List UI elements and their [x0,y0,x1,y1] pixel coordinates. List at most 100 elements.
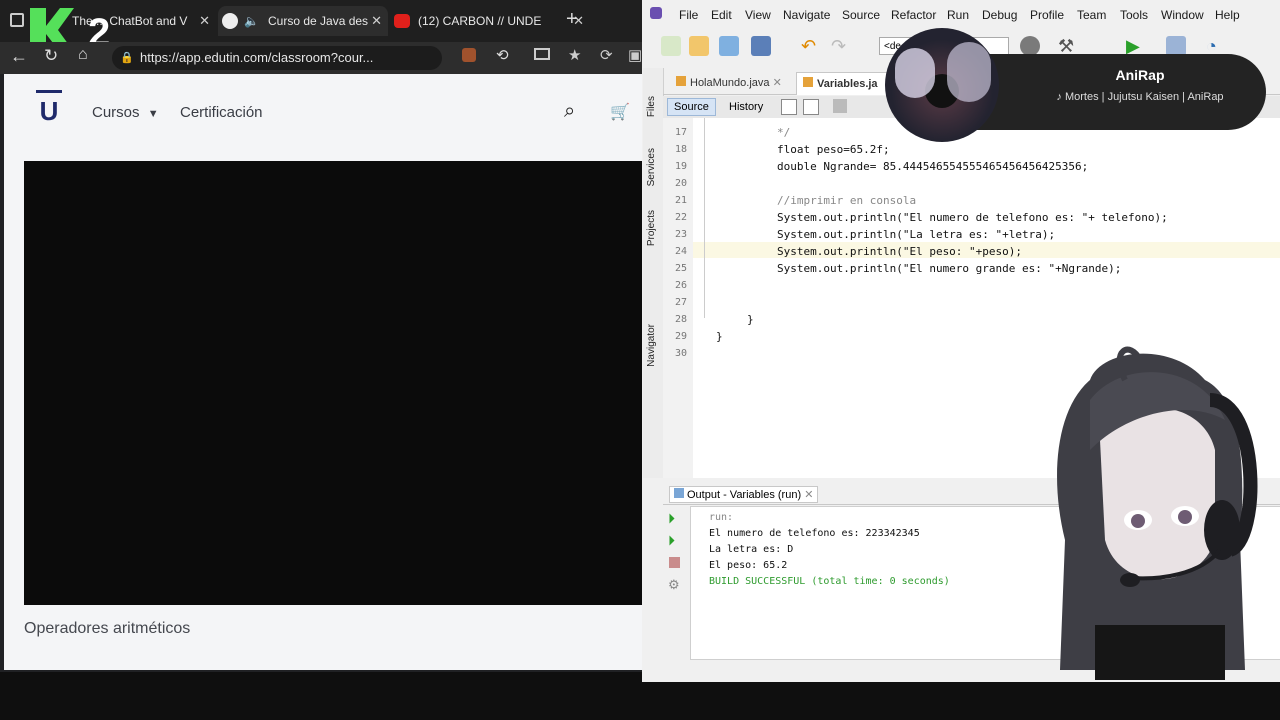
line-number: 30 [674,348,687,359]
code-line: */ [777,126,791,139]
close-icon[interactable]: ✕ [804,489,813,501]
debug-icon[interactable] [1166,36,1186,56]
lesson-title: Operadores aritméticos [24,620,191,637]
close-icon[interactable]: ✕ [371,6,382,36]
output-icon [674,488,684,498]
home-icon[interactable]: ⌂ [78,46,88,64]
nav-certificacion[interactable]: Certificación [180,104,263,121]
undo-icon[interactable]: ↶ [801,36,821,56]
youtube-icon [394,14,410,28]
open-project-icon[interactable] [719,36,739,56]
find-icon[interactable] [803,99,819,115]
code-line: double Ngrande= 85.444546554555465456456… [777,160,1089,173]
menu-file[interactable]: File [679,8,698,22]
source-tab[interactable]: Source [667,98,716,116]
line-number: 26 [674,280,687,291]
code-line: System.out.println("El numero de telefon… [777,211,1168,224]
address-bar[interactable]: 🔒 https://app.edutin.com/classroom?cour.… [112,46,442,70]
line-number: 20 [674,178,687,189]
clean-build-icon[interactable]: ⚒ [1058,36,1078,56]
code-line: System.out.println("La letra es: "+letra… [777,228,1056,241]
tab-projects[interactable]: Projects [646,210,657,246]
menu-refactor[interactable]: Refactor [891,8,936,22]
url-text: https://app.edutin.com/classroom?cour... [140,50,374,65]
editor-tab-variables[interactable]: Variables.ja [796,72,894,95]
netbeans-logo-icon [650,7,662,19]
back-history-icon[interactable] [781,99,797,115]
redo-icon[interactable]: ↷ [831,36,851,56]
profile-icon[interactable]: ◔ [1206,36,1226,56]
stop-icon[interactable] [669,557,680,568]
reload-icon[interactable]: ↻ [44,46,58,66]
site-logo[interactable]: U [36,90,62,126]
menu-navigate[interactable]: Navigate [783,8,830,22]
line-number: 24 [674,246,687,257]
menu-team[interactable]: Team [1077,8,1106,22]
tab-label: (12) CARBON // UNDE [418,14,542,28]
speaker-icon[interactable]: 🔈 [244,6,259,36]
run-icon[interactable]: ▶ [1126,36,1146,56]
line-number: 23 [674,229,687,240]
build-icon[interactable] [1020,36,1040,56]
java-file-icon [676,76,686,86]
line-number: 27 [674,297,687,308]
menu-debug[interactable]: Debug [982,8,1017,22]
toggle-icon[interactable] [833,99,847,113]
tab-actions-icon[interactable] [10,13,24,27]
tab-favicon-icon [222,13,238,29]
chevron-down-icon: ▼ [147,108,159,120]
code-line: } [747,313,754,326]
menu-help[interactable]: Help [1215,8,1240,22]
tab-curso-java[interactable]: 🔈 Curso de Java des ✕ [218,6,388,36]
save-all-icon[interactable] [751,36,771,56]
close-icon[interactable]: ✕ [199,6,210,36]
nav-cursos[interactable]: Cursos ▼ [92,104,159,121]
new-tab-button[interactable]: + [566,8,578,31]
menu-run[interactable]: Run [947,8,969,22]
favorites-icon[interactable]: ★ [568,46,581,64]
menu-view[interactable]: View [745,8,771,22]
menu-source[interactable]: Source [842,8,880,22]
line-number: 22 [674,212,687,223]
cart-icon[interactable]: 🛒 [610,102,630,122]
code-line: System.out.println("El peso: "+peso); [777,245,1023,258]
menu-profile[interactable]: Profile [1030,8,1064,22]
history-tab[interactable]: History [725,99,767,115]
line-number: 18 [674,144,687,155]
rerun-with-options-icon[interactable]: ⏵ [668,532,675,549]
puzzle-extensions-icon[interactable]: ⟲ [496,46,509,64]
new-project-icon[interactable] [689,36,709,56]
line-number: 29 [674,331,687,342]
menu-window[interactable]: Window [1161,8,1204,22]
tab-files[interactable]: Files [646,96,657,117]
tab-navigator[interactable]: Navigator [646,324,657,367]
video-player[interactable] [24,161,642,605]
nav-label: Cursos [92,104,140,121]
close-icon[interactable]: ✕ [773,77,782,89]
code-line: float peso=65.2f; [777,143,890,156]
search-icon[interactable]: ⌕ [564,100,575,123]
site-header: U Cursos ▼ Certificación ⌕ 🛒 [4,84,642,142]
collections-icon[interactable]: ▣ [628,46,642,64]
editor-tab-holamundo[interactable]: HolaMundo.java ✕ [670,72,788,94]
new-file-icon[interactable] [661,36,681,56]
now-playing-title: AniRap [1115,67,1165,83]
back-icon[interactable]: ← [10,46,28,67]
menu-edit[interactable]: Edit [711,8,732,22]
extension-icon[interactable] [462,48,476,62]
code-line: //imprimir en consola [777,194,917,207]
fold-guide [704,118,705,318]
history-icon[interactable]: ⟳ [600,46,613,64]
menu-tools[interactable]: Tools [1120,8,1148,22]
rerun-icon[interactable]: ⏵ [668,510,675,527]
output-line: El numero de telefono es: 223342345 [709,528,920,539]
java-file-icon [803,77,813,87]
output-tab[interactable]: Output - Variables (run) ✕ [669,486,819,503]
editor-tab-label: HolaMundo.java [690,77,770,89]
settings-icon[interactable]: ⚙ [668,577,680,593]
now-playing-subtitle: ♪ Mortes | Jujutsu Kaisen | AniRap [1056,91,1224,103]
lock-icon: 🔒 [120,52,134,64]
tab-services[interactable]: Services [646,148,657,186]
tab-carbon[interactable]: (12) CARBON // UNDE ✕ [390,6,590,36]
split-screen-icon[interactable] [534,48,550,60]
